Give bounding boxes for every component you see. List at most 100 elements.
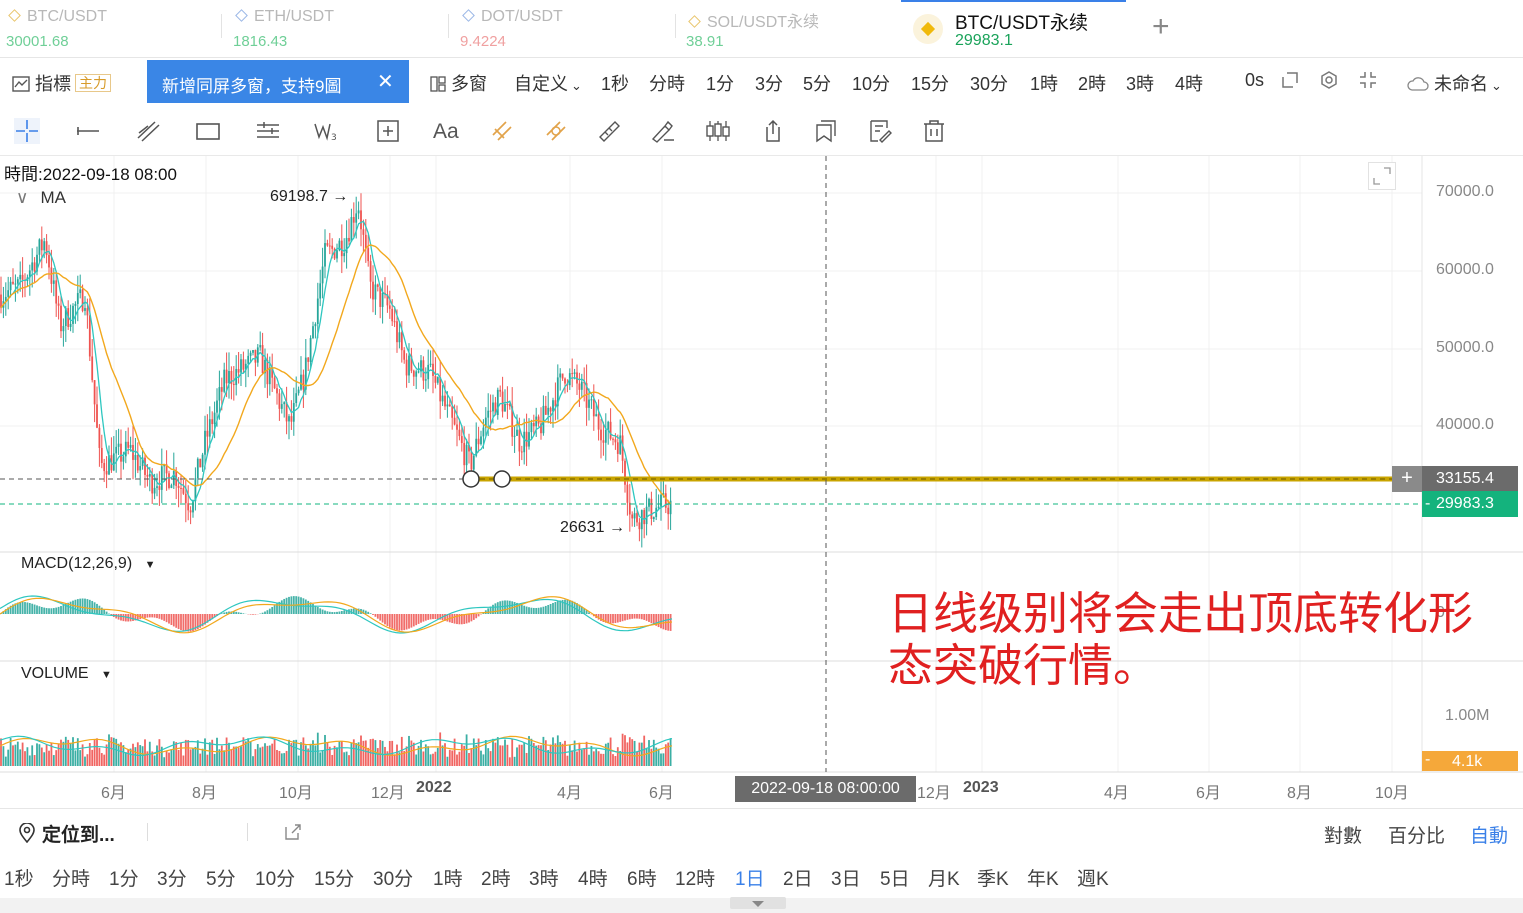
interval-option[interactable]: 2日	[783, 864, 813, 891]
ruler-tool-icon[interactable]	[596, 118, 622, 144]
interval-option[interactable]: 3時	[529, 864, 559, 891]
interval-option[interactable]: 分時	[52, 864, 90, 891]
custom-interval-dropdown[interactable]: 自定义 ⌄	[514, 70, 582, 96]
arrow-right-icon: →	[332, 188, 349, 205]
drawing-toolbar: 3 Aa	[0, 106, 1523, 156]
cloud-icon	[1407, 77, 1429, 91]
add-tab-icon[interactable]: +	[1152, 10, 1170, 44]
interval-option[interactable]: 年K	[1027, 864, 1059, 891]
interval-option[interactable]: 3日	[831, 864, 861, 891]
ticker-tab-sol[interactable]: SOL/USDT永续 38.91	[680, 0, 902, 58]
locate-button[interactable]: 定位到...	[18, 820, 115, 847]
interval-option[interactable]: 3分	[157, 864, 187, 891]
percent-scale-button[interactable]: 百分比	[1388, 821, 1445, 848]
toolbar-interval[interactable]: 30分	[970, 70, 1008, 96]
top-toolbar: 指標 主力 新增同屏多窗，支持9圖 ✕ 多窗 自定义 ⌄ 1秒 分時 1分 3分 5分 10分…	[0, 58, 1523, 106]
jump-to-icon[interactable]	[284, 823, 302, 846]
toolbar-interval[interactable]: 5分	[803, 70, 831, 96]
interval-option[interactable]: 季K	[977, 864, 1009, 891]
interval-option[interactable]: 週K	[1077, 864, 1109, 891]
toolbar-interval[interactable]: 2時	[1078, 70, 1106, 96]
toolbar-interval[interactable]: 1時	[1030, 70, 1058, 96]
caret-down-icon: ▼	[144, 559, 156, 571]
toolbar-interval[interactable]: 3分	[755, 70, 783, 96]
share-icon[interactable]	[760, 118, 786, 144]
add-alert-button[interactable]: +	[1392, 466, 1422, 492]
log-scale-button[interactable]: 對數	[1324, 821, 1362, 848]
indicator-button[interactable]: 指標 主力	[12, 70, 112, 96]
ticker-tab-eth[interactable]: ETH/USDT 1816.43	[227, 0, 449, 58]
multi-window-button[interactable]: 多窗	[430, 70, 487, 96]
interval-option[interactable]: 1秒	[4, 864, 34, 891]
interval-option[interactable]: 10分	[255, 864, 295, 891]
time-tick: 8月	[1287, 785, 1312, 802]
fullscreen-icon[interactable]	[1358, 70, 1378, 95]
brush-tool-icon[interactable]	[650, 118, 676, 144]
candle-style-icon[interactable]	[705, 118, 731, 144]
trend-line-tool-icon[interactable]	[75, 118, 101, 144]
ticker-tab-btc[interactable]: BTC/USDT 30001.68	[0, 0, 222, 58]
interval-option[interactable]: 30分	[373, 864, 413, 891]
time-tick: 8月	[192, 785, 217, 802]
interval-option[interactable]: 5分	[206, 864, 236, 891]
chart-area[interactable]: 時間:2022-09-18 08:00 ∨ MA 69198.7 → 26631 …	[0, 156, 1523, 808]
interval-option[interactable]: 月K	[928, 864, 960, 891]
toolbar-interval[interactable]: 分時	[649, 70, 685, 96]
toolbar-interval[interactable]: 1秒	[601, 70, 629, 96]
layout-name-dropdown[interactable]: 未命名 ⌄	[1407, 70, 1502, 96]
ticker-price: 30001.68	[6, 33, 69, 50]
screenshot-icon[interactable]	[1280, 70, 1300, 95]
toolbar-interval[interactable]: 4時	[1175, 70, 1203, 96]
interval-option[interactable]: 4時	[578, 864, 608, 891]
interval-option[interactable]: 2時	[481, 864, 511, 891]
collapse-handle[interactable]	[730, 897, 786, 909]
promo-text: 新增同屏多窗，支持9圖	[162, 77, 342, 96]
edit-icon[interactable]	[867, 118, 893, 144]
interval-option[interactable]: 1分	[109, 864, 139, 891]
time-tick: 6月	[1196, 785, 1221, 802]
chevron-down-icon: ⌄	[571, 78, 582, 93]
maximize-pane-icon[interactable]	[1368, 162, 1396, 190]
last-price-label: -29983.3	[1422, 491, 1518, 517]
macd-legend[interactable]: MACD(12,26,9) ▼	[21, 555, 156, 573]
toolbar-interval[interactable]: 3時	[1126, 70, 1154, 96]
coin-icon	[8, 9, 21, 22]
interval-option[interactable]: 5日	[880, 864, 910, 891]
trash-icon[interactable]	[921, 118, 947, 144]
magnet-tool-icon[interactable]	[489, 118, 515, 144]
high-marker: 69198.7 →	[270, 188, 349, 205]
measure-tool-icon[interactable]	[375, 118, 401, 144]
ticker-tab-dot[interactable]: DOT/USDT 9.4224	[454, 0, 676, 58]
copy-icon[interactable]	[813, 118, 839, 144]
crosshair-tool-icon[interactable]	[14, 118, 40, 144]
close-icon[interactable]: ✕	[377, 69, 394, 94]
time-tick: 6月	[101, 785, 126, 802]
time-tick: 12月	[371, 785, 405, 802]
settings-icon[interactable]	[1319, 70, 1339, 95]
lock-tool-icon[interactable]	[543, 118, 569, 144]
interval-option[interactable]: 1日	[735, 864, 765, 891]
toolbar-interval[interactable]: 15分	[911, 70, 949, 96]
indicator-label: 指標	[35, 74, 72, 94]
locate-label: 定位到...	[42, 825, 115, 846]
interval-option[interactable]: 1時	[433, 864, 463, 891]
interval-option[interactable]: 6時	[627, 864, 657, 891]
hline-price-label: 33155.4	[1422, 466, 1518, 492]
toolbar-interval[interactable]: 1分	[706, 70, 734, 96]
fib-tool-icon[interactable]	[255, 118, 281, 144]
ma-legend[interactable]: ∨ MA	[16, 188, 66, 208]
toolbar-interval[interactable]: 10分	[852, 70, 890, 96]
time-tick: 4月	[557, 785, 582, 802]
price-chart[interactable]	[0, 156, 1523, 808]
interval-option[interactable]: 15分	[314, 864, 354, 891]
ticker-tab-active[interactable]: BTC/USDT永续 29983.1	[901, 0, 1127, 58]
rectangle-tool-icon[interactable]	[195, 118, 221, 144]
macd-label: MACD(12,26,9)	[21, 555, 133, 572]
wave-tool-icon[interactable]: 3	[313, 118, 339, 144]
parallel-channel-tool-icon[interactable]	[135, 118, 161, 144]
volume-legend[interactable]: VOLUME ▼	[21, 665, 112, 683]
interval-option[interactable]: 12時	[675, 864, 715, 891]
price-tick: 60000.0	[1436, 261, 1494, 278]
text-tool-icon[interactable]: Aa	[433, 120, 463, 146]
auto-scale-button[interactable]: 自動	[1470, 821, 1508, 848]
